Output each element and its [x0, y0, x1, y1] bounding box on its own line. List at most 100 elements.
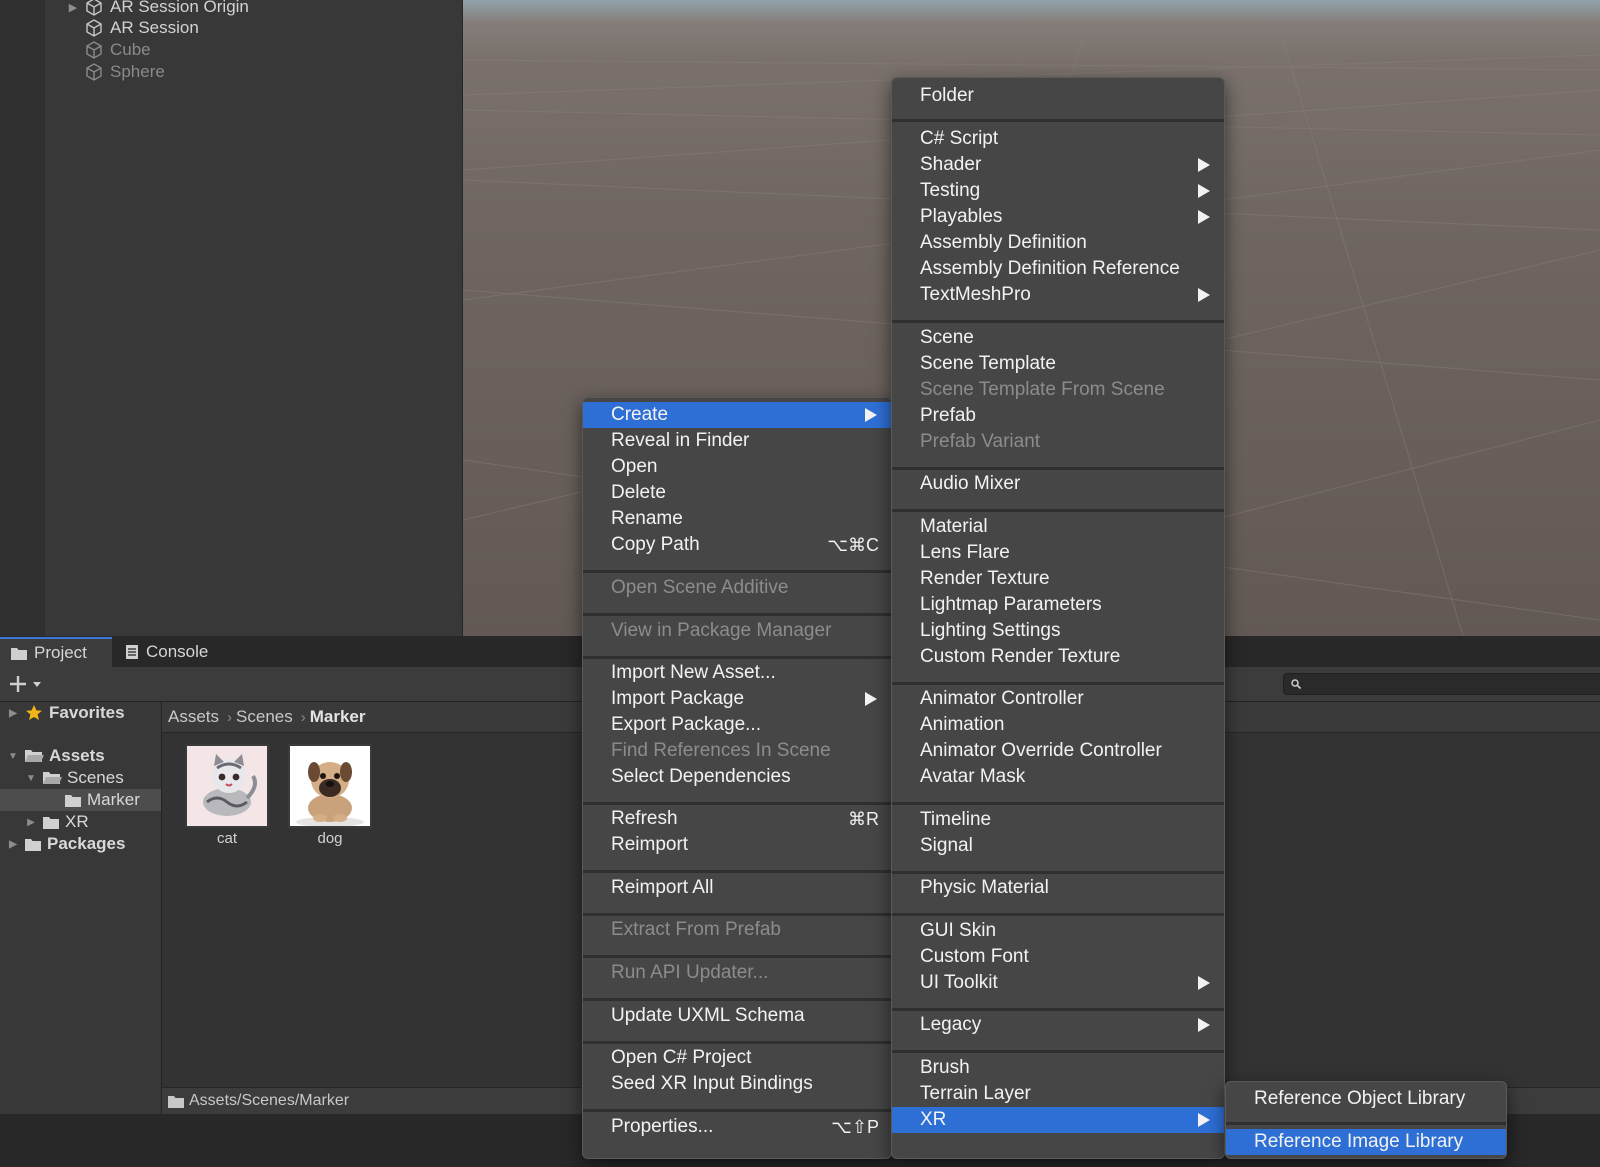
hierarchy-item-sphere[interactable]: Sphere	[84, 61, 165, 83]
tree-item-marker[interactable]: Marker	[0, 789, 161, 811]
menu-item-playables[interactable]: Playables	[892, 204, 1224, 230]
menu-item-scene-template[interactable]: Scene Template	[892, 351, 1224, 377]
menu-item-import-package[interactable]: Import Package	[583, 686, 891, 712]
menu-item-refresh[interactable]: Refresh ⌘R	[583, 806, 891, 832]
menu-item-animator-controller[interactable]: Animator Controller	[892, 686, 1224, 712]
menu-item-reimport[interactable]: Reimport	[583, 832, 891, 858]
menu-item-find-references-in-scene: Find References In Scene	[611, 740, 831, 761]
menu-item-csharp-script[interactable]: C# Script	[892, 126, 1224, 152]
hierarchy-item-ar-session-origin[interactable]: ▶ AR Session Origin	[66, 0, 249, 18]
menu-item-lens-flare[interactable]: Lens Flare	[892, 540, 1224, 566]
menu-item-material[interactable]: Material	[892, 514, 1224, 540]
menu-item-timeline[interactable]: Timeline	[892, 807, 1224, 833]
menu-item-legacy[interactable]: Legacy	[892, 1012, 1224, 1038]
menu-separator	[892, 802, 1224, 805]
menu-separator	[892, 509, 1224, 512]
menu-item-terrain-layer[interactable]: Terrain Layer	[892, 1081, 1224, 1107]
tree-item-favorites[interactable]: ▶ Favorites	[6, 702, 125, 724]
tab-label: Console	[146, 642, 209, 661]
tree-item-label: Scenes	[67, 768, 124, 787]
menu-item-render-texture[interactable]: Render Texture	[892, 566, 1224, 592]
hierarchy-item-cube[interactable]: Cube	[84, 39, 151, 61]
menu-separator	[583, 955, 891, 958]
tree-item-assets[interactable]: ▼ Assets	[6, 745, 105, 767]
expand-arrow-icon[interactable]: ▶	[6, 839, 20, 850]
menu-item-textmeshpro[interactable]: TextMeshPro	[892, 282, 1224, 308]
asset-thumbnail-cat[interactable]	[185, 744, 269, 828]
xr-submenu: Reference Object Library Reference Image…	[1225, 1081, 1507, 1159]
submenu-arrow-icon	[1198, 288, 1210, 302]
menu-item-copy-path[interactable]: Copy Path ⌥⌘C	[583, 532, 891, 558]
hierarchy-item-label: AR Session	[110, 18, 199, 37]
tree-item-scenes[interactable]: ▼ Scenes	[24, 767, 124, 789]
menu-item-assembly-definition-reference[interactable]: Assembly Definition Reference	[892, 256, 1224, 282]
menu-item-custom-render-texture[interactable]: Custom Render Texture	[892, 644, 1224, 670]
menu-item-scene-template-from-scene: Scene Template From Scene	[920, 379, 1165, 400]
search-input[interactable]	[1283, 673, 1600, 695]
menu-separator	[892, 913, 1224, 916]
menu-item-update-uxml-schema[interactable]: Update UXML Schema	[583, 1003, 891, 1029]
menu-item-reference-image-library[interactable]: Reference Image Library	[1226, 1129, 1506, 1155]
menu-item-prefab-variant: Prefab Variant	[920, 431, 1041, 452]
menu-item-reimport-all[interactable]: Reimport All	[583, 875, 891, 901]
menu-item-properties[interactable]: Properties... ⌥⇧P	[583, 1114, 891, 1140]
menu-item-open-csharp-project[interactable]: Open C# Project	[583, 1045, 891, 1071]
menu-item-gui-skin[interactable]: GUI Skin	[892, 918, 1224, 944]
menu-item-ui-toolkit[interactable]: UI Toolkit	[892, 970, 1224, 996]
tree-item-xr[interactable]: ▶ XR	[24, 811, 88, 833]
expand-arrow-icon[interactable]: ▶	[24, 817, 38, 828]
menu-item-brush[interactable]: Brush	[892, 1055, 1224, 1081]
menu-item-xr[interactable]: XR	[892, 1107, 1224, 1133]
menu-item-delete[interactable]: Delete	[583, 480, 891, 506]
menu-item-scene[interactable]: Scene	[892, 325, 1224, 351]
tree-item-packages[interactable]: ▶ Packages	[6, 833, 125, 855]
breadcrumb-item[interactable]: Scenes	[236, 707, 293, 727]
menu-item-reference-object-library[interactable]: Reference Object Library	[1226, 1086, 1506, 1112]
menu-item-export-package[interactable]: Export Package...	[583, 712, 891, 738]
dog-image	[290, 746, 370, 826]
menu-item-physic-material[interactable]: Physic Material	[892, 875, 1224, 901]
breadcrumb-item[interactable]: Assets	[162, 707, 219, 727]
submenu-arrow-icon	[1198, 210, 1210, 224]
menu-item-lightmap-parameters[interactable]: Lightmap Parameters	[892, 592, 1224, 618]
menu-item-view-in-package-manager: View in Package Manager	[611, 620, 832, 641]
add-asset-button[interactable]	[8, 672, 48, 696]
menu-separator	[892, 682, 1224, 685]
hierarchy-item-ar-session[interactable]: AR Session	[84, 17, 199, 39]
menu-item-signal[interactable]: Signal	[892, 833, 1224, 859]
hierarchy-item-label: Sphere	[110, 62, 165, 81]
menu-item-create[interactable]: Create	[583, 402, 891, 428]
menu-item-reveal-in-finder[interactable]: Reveal in Finder	[583, 428, 891, 454]
menu-item-animation[interactable]: Animation	[892, 712, 1224, 738]
menu-item-folder[interactable]: Folder	[892, 83, 1224, 109]
expand-arrow-icon[interactable]: ▶	[6, 708, 20, 719]
breadcrumb-item[interactable]: Marker	[310, 707, 366, 727]
menu-item-extract-from-prefab: Extract From Prefab	[611, 919, 781, 940]
menu-separator	[1226, 1122, 1506, 1125]
asset-thumbnail-dog[interactable]	[288, 744, 372, 828]
menu-item-open[interactable]: Open	[583, 454, 891, 480]
menu-item-prefab[interactable]: Prefab	[892, 403, 1224, 429]
menu-item-select-dependencies[interactable]: Select Dependencies	[583, 764, 891, 790]
menu-item-custom-font[interactable]: Custom Font	[892, 944, 1224, 970]
chevron-right-icon: ›	[227, 708, 233, 726]
menu-item-seed-xr-input-bindings[interactable]: Seed XR Input Bindings	[583, 1071, 891, 1097]
collapse-arrow-icon[interactable]: ▼	[24, 773, 38, 784]
folder-icon	[25, 839, 41, 851]
menu-item-import-new-asset[interactable]: Import New Asset...	[583, 660, 891, 686]
menu-item-testing[interactable]: Testing	[892, 178, 1224, 204]
menu-item-animator-override-controller[interactable]: Animator Override Controller	[892, 738, 1224, 764]
tree-item-label: Favorites	[49, 703, 125, 722]
menu-item-lighting-settings[interactable]: Lighting Settings	[892, 618, 1224, 644]
expand-arrow-icon[interactable]: ▶	[66, 1, 80, 14]
menu-item-rename[interactable]: Rename	[583, 506, 891, 532]
submenu-arrow-icon	[1198, 158, 1210, 172]
folder-icon	[11, 648, 27, 660]
tab-console[interactable]: Console	[124, 637, 234, 667]
menu-item-avatar-mask[interactable]: Avatar Mask	[892, 764, 1224, 790]
menu-item-audio-mixer[interactable]: Audio Mixer	[892, 471, 1224, 497]
tab-project[interactable]: Project	[0, 637, 112, 667]
menu-item-shader[interactable]: Shader	[892, 152, 1224, 178]
collapse-arrow-icon[interactable]: ▼	[6, 751, 20, 762]
menu-item-assembly-definition[interactable]: Assembly Definition	[892, 230, 1224, 256]
